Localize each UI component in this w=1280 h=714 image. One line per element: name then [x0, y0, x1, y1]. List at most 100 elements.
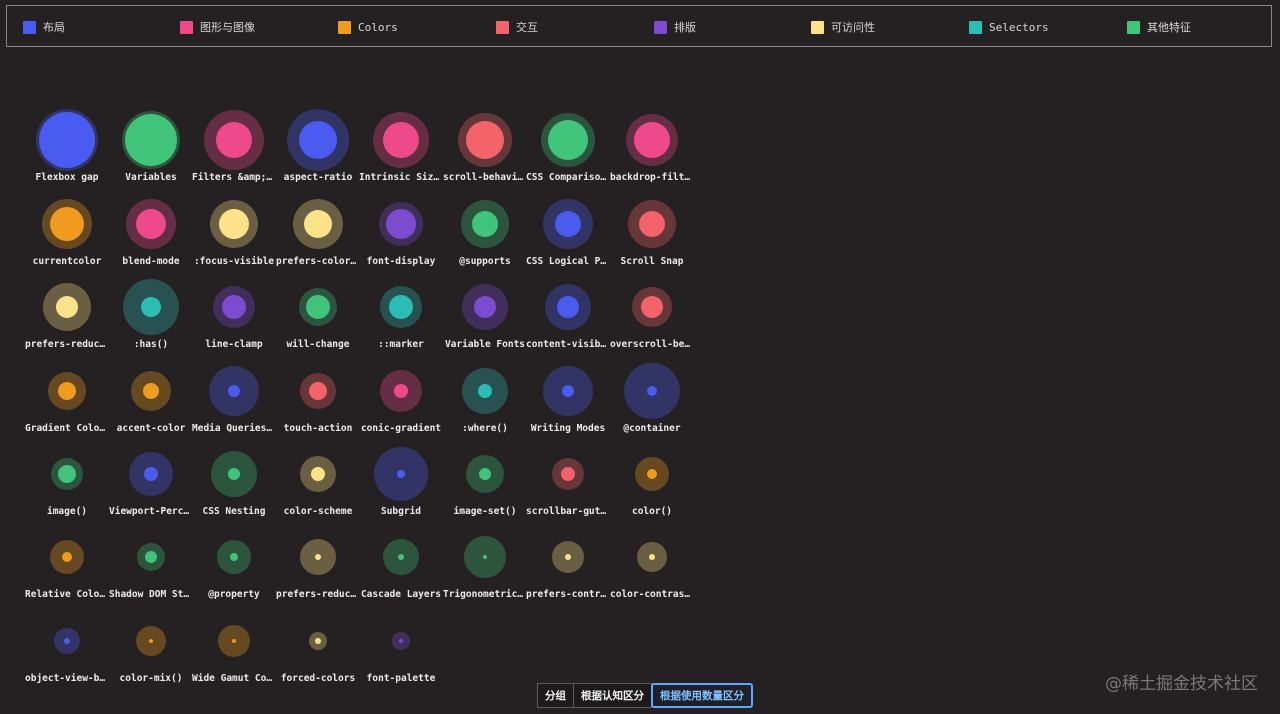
feature-bubble[interactable]: @property	[192, 527, 276, 607]
feature-bubble[interactable]: ::marker	[359, 277, 443, 357]
feature-bubble[interactable]: CSS Comparison Functions	[526, 110, 610, 190]
bubble-core	[136, 209, 166, 239]
feature-bubble[interactable]: Scroll Snap	[610, 194, 694, 274]
legend-swatch	[811, 20, 824, 34]
feature-bubble[interactable]: line-clamp	[192, 277, 276, 357]
feature-bubble[interactable]: overscroll-behavior	[610, 277, 694, 357]
bubble-label: aspect-ratio	[283, 172, 353, 183]
legend-item[interactable]: 排版	[654, 20, 696, 34]
feature-bubble[interactable]: CSS Nesting	[192, 444, 276, 524]
feature-bubble[interactable]: blend-mode	[109, 194, 193, 274]
group-by-usage-button[interactable]: 根据使用数量区分	[651, 683, 753, 708]
feature-bubble[interactable]: Viewport-Percentage Units	[109, 444, 193, 524]
legend-swatch	[496, 20, 509, 34]
feature-bubble[interactable]: color()	[610, 444, 694, 524]
bubble-core	[647, 386, 657, 396]
feature-bubble[interactable]: aspect-ratio	[276, 109, 360, 190]
bubble-core	[386, 209, 416, 239]
bubble-core	[389, 295, 413, 319]
bubble-core	[230, 553, 238, 561]
feature-bubble[interactable]: prefers-reduced-transparency	[276, 527, 360, 607]
legend-item[interactable]: Selectors	[969, 20, 1049, 34]
feature-bubble[interactable]: prefers-color-scheme	[276, 194, 360, 274]
feature-bubble[interactable]: will-change	[276, 277, 360, 357]
legend-item[interactable]: 其他特征	[1127, 20, 1191, 34]
feature-bubble[interactable]: Flexbox gap	[25, 109, 109, 190]
feature-bubble[interactable]: prefers-reduced-motion	[25, 277, 109, 357]
group-button[interactable]: 分组	[537, 683, 574, 708]
bubble-label: color-scheme	[283, 506, 353, 517]
feature-bubble[interactable]: prefers-contrast	[526, 527, 610, 607]
feature-bubble[interactable]: color-mix()	[109, 611, 193, 691]
feature-bubble[interactable]: font-palette	[359, 611, 443, 691]
bubble-label: Shadow DOM Styling	[109, 589, 193, 600]
feature-bubble[interactable]: Shadow DOM Styling	[109, 527, 193, 607]
feature-bubble[interactable]: scroll-behavior	[443, 110, 527, 190]
bubble-core	[399, 639, 403, 643]
bubble-label: Filters &amp; Blends	[192, 172, 276, 183]
bubble-core	[466, 121, 504, 159]
feature-bubble[interactable]: content-visibility	[526, 277, 610, 357]
bubble-label: :where()	[462, 423, 508, 434]
feature-bubble[interactable]: CSS Logical Properties	[526, 194, 610, 274]
legend-item[interactable]: Colors	[338, 20, 398, 34]
bubble-core	[309, 382, 327, 400]
feature-bubble[interactable]: currentcolor	[25, 194, 109, 274]
bubble-label: object-view-box	[25, 673, 109, 684]
bubble-label: Media Queries Level 4	[192, 423, 276, 434]
feature-bubble[interactable]: :focus-visible	[192, 194, 276, 274]
bubble-label: line-clamp	[205, 339, 263, 350]
feature-bubble[interactable]: font-display	[359, 194, 443, 274]
feature-bubble[interactable]: image()	[25, 444, 109, 524]
feature-bubble[interactable]: Intrinsic Sizing	[359, 110, 443, 190]
feature-bubble[interactable]: conic-gradient	[359, 361, 443, 441]
feature-bubble[interactable]: backdrop-filter	[610, 110, 694, 190]
feature-bubble[interactable]: Variables	[109, 110, 193, 190]
feature-bubble[interactable]: Trigonometric Functions	[443, 527, 527, 607]
feature-bubble[interactable]: color-contrast()	[610, 527, 694, 607]
group-by-awareness-button[interactable]: 根据认知区分	[573, 683, 652, 708]
feature-bubble[interactable]: forced-colors	[276, 611, 360, 691]
bubble-core	[232, 639, 236, 643]
bubble-label: font-palette	[366, 673, 436, 684]
legend-item[interactable]: 图形与图像	[180, 20, 255, 34]
feature-bubble[interactable]: Subgrid	[359, 444, 443, 524]
bubble-label: Relative Color Syntax	[25, 589, 109, 600]
feature-bubble[interactable]: scrollbar-gutter	[526, 444, 610, 524]
feature-bubble[interactable]: @container	[610, 361, 694, 441]
bubble-core	[304, 210, 332, 238]
bubble-label: @supports	[459, 256, 511, 267]
feature-bubble[interactable]: Relative Color Syntax	[25, 527, 109, 607]
bubble-label: @property	[208, 589, 260, 600]
feature-bubble[interactable]: :where()	[443, 361, 527, 441]
feature-bubble[interactable]: Media Queries Level 4	[192, 361, 276, 441]
feature-bubble[interactable]: image-set()	[443, 444, 527, 524]
page: 布局 图形与图像 Colors 交互 排版 可访问性 Selectors 其他特征 Flexb…	[0, 0, 1280, 714]
bubble-core	[639, 211, 665, 237]
legend-label: 交互	[516, 21, 538, 34]
feature-bubble[interactable]: color-scheme	[276, 444, 360, 524]
feature-bubble[interactable]: touch-action	[276, 361, 360, 441]
feature-bubble[interactable]: :has()	[109, 277, 193, 357]
feature-bubble[interactable]: Gradient Color Stops	[25, 361, 109, 441]
bubble-label: accent-color	[116, 423, 186, 434]
bubble-label: Trigonometric Functions	[443, 589, 527, 600]
feature-bubble[interactable]: Filters &amp; Blends	[192, 110, 276, 190]
bubble-core	[144, 467, 158, 481]
feature-bubble[interactable]: Wide Gamut Colors	[192, 611, 276, 691]
feature-bubble[interactable]: Variable Fonts	[443, 277, 527, 357]
bubble-core	[56, 296, 78, 318]
bubble-label: prefers-contrast	[526, 589, 610, 600]
feature-bubble[interactable]: Cascade Layers	[359, 527, 443, 607]
feature-bubble[interactable]: Writing Modes	[526, 361, 610, 441]
legend-label: Selectors	[989, 20, 1049, 34]
legend-item[interactable]: 交互	[496, 20, 538, 34]
bubble-label: touch-action	[283, 423, 353, 434]
bubble-label: :focus-visible	[193, 256, 275, 267]
feature-bubble[interactable]: object-view-box	[25, 611, 109, 691]
feature-bubble[interactable]: accent-color	[109, 361, 193, 441]
legend-item[interactable]: 布局	[23, 20, 65, 34]
legend-item[interactable]: 可访问性	[811, 20, 875, 34]
bubble-core	[311, 467, 325, 481]
feature-bubble[interactable]: @supports	[443, 194, 527, 274]
